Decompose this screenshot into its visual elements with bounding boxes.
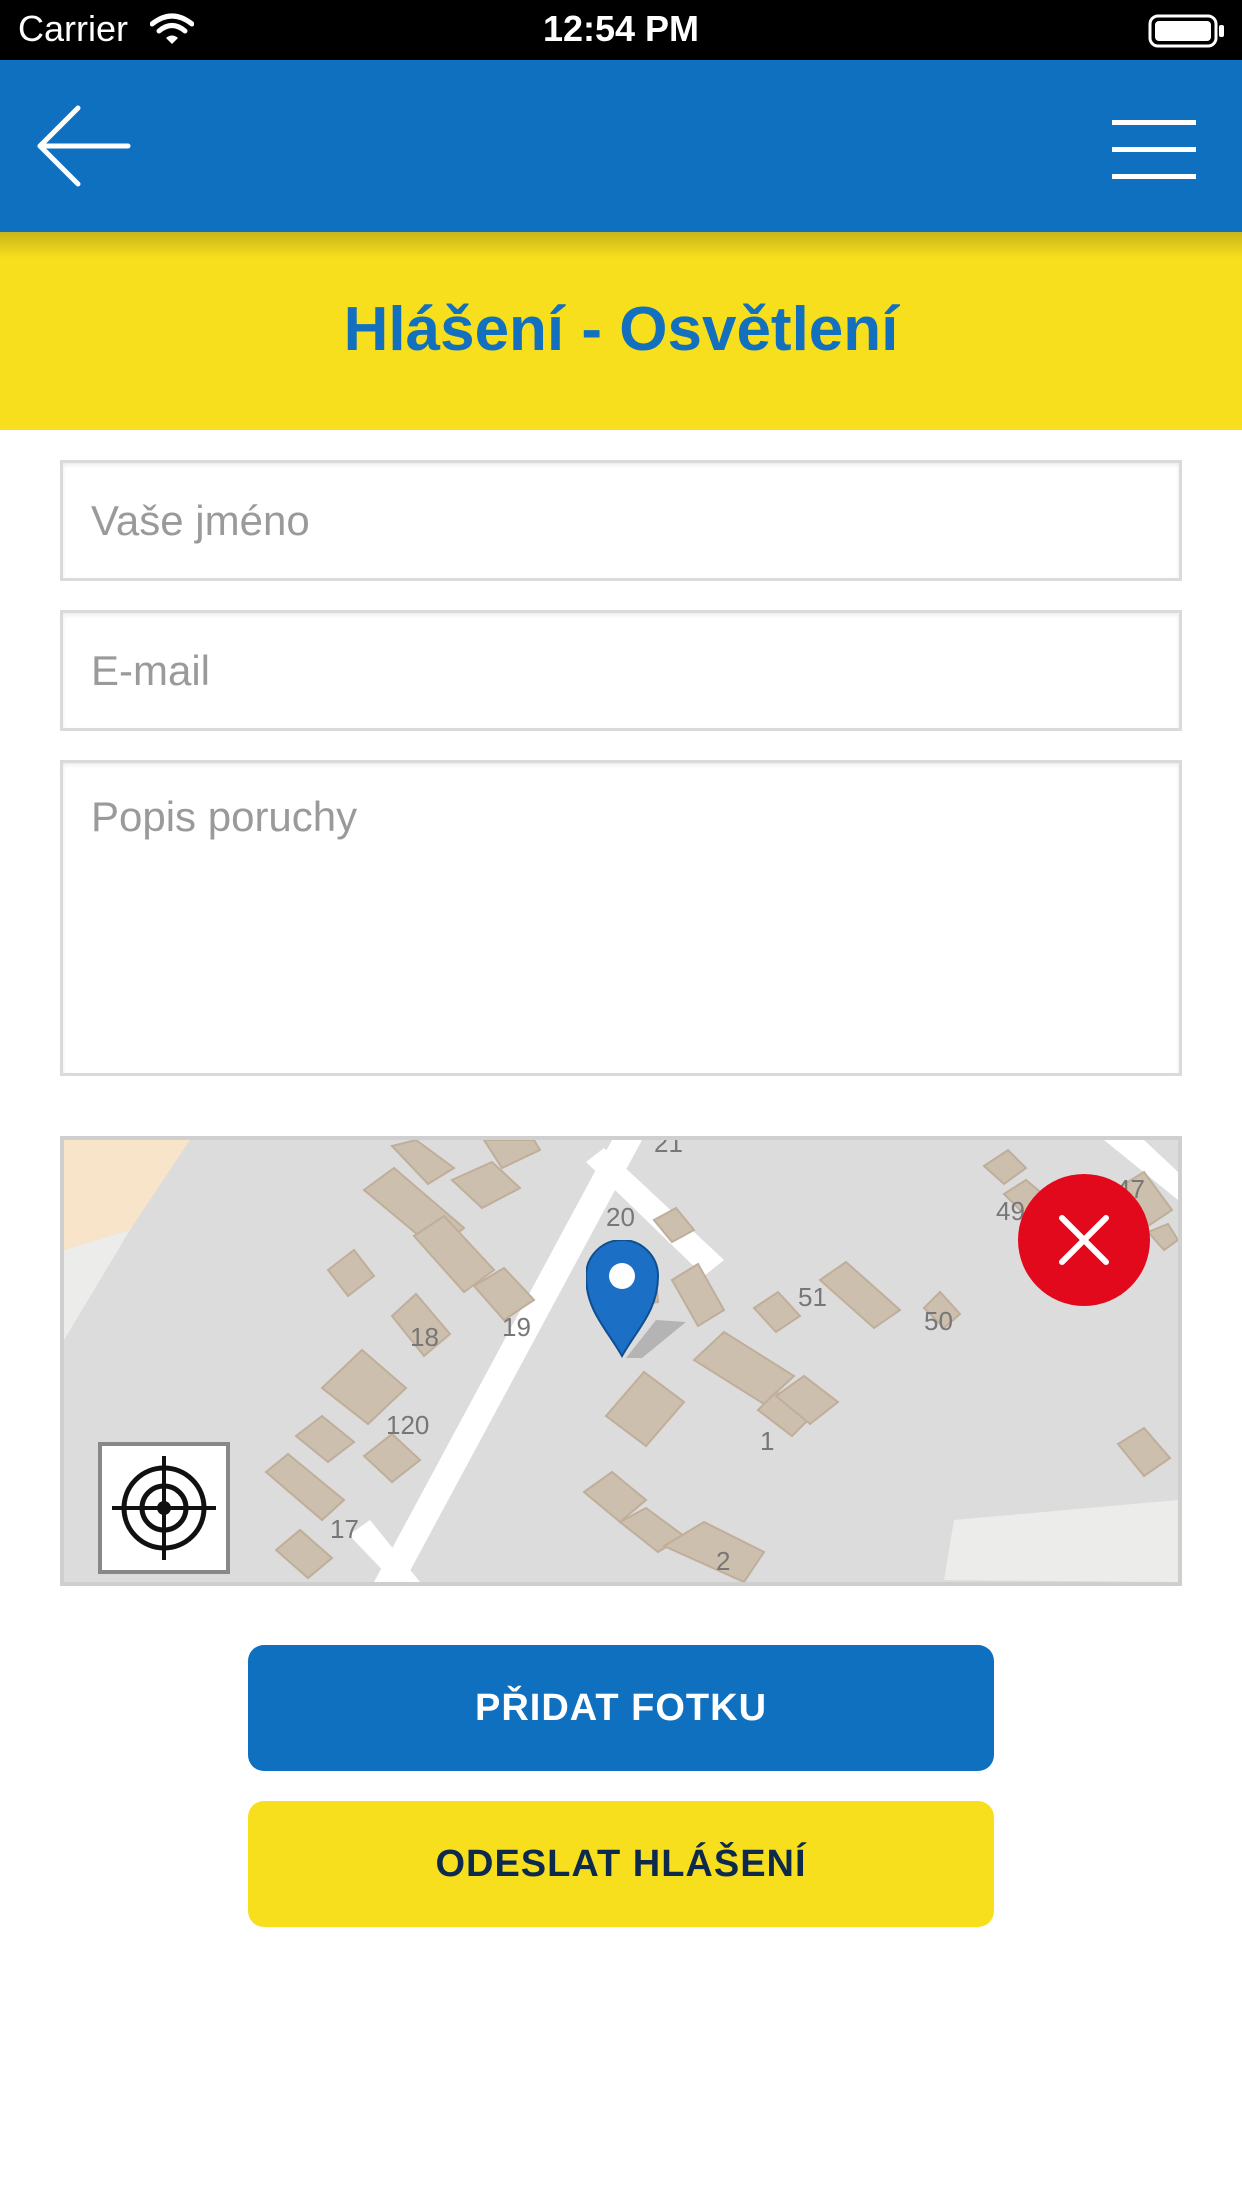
- house-number: 51: [798, 1282, 827, 1312]
- map-pin-icon[interactable]: [586, 1240, 716, 1370]
- battery-icon: [1148, 14, 1226, 53]
- arrow-left-icon: [37, 105, 131, 187]
- locate-me-button[interactable]: [98, 1442, 230, 1574]
- status-time: 12:54 PM: [542, 8, 700, 49]
- title-shadow: [0, 232, 1242, 258]
- house-number: 19: [502, 1312, 531, 1342]
- map-close-button[interactable]: [1018, 1174, 1150, 1306]
- add-photo-button[interactable]: PŘIDAT FOTKU: [248, 1645, 994, 1771]
- house-number: 18: [410, 1322, 439, 1352]
- send-report-button[interactable]: ODESLAT HLÁŠENÍ: [248, 1801, 994, 1927]
- back-button[interactable]: [30, 94, 140, 204]
- menu-button[interactable]: [1104, 112, 1204, 192]
- house-number: 20: [606, 1202, 635, 1232]
- house-number: 17: [330, 1514, 359, 1544]
- house-number: 21: [654, 1140, 683, 1158]
- crosshair-icon: [112, 1456, 216, 1560]
- house-number: 2: [716, 1546, 730, 1576]
- navigation-bar: [0, 60, 1242, 232]
- hamburger-menu-icon: [1112, 120, 1196, 179]
- description-textarea[interactable]: [60, 760, 1182, 1076]
- house-number: 120: [386, 1410, 429, 1440]
- location-map[interactable]: 21 20 49 47 51 50 18 19 120 1 17 2: [60, 1136, 1182, 1586]
- close-icon: [1059, 1215, 1109, 1265]
- house-number: 50: [924, 1306, 953, 1336]
- title-banner: Hlášení - Osvětlení: [0, 232, 1242, 430]
- name-input[interactable]: [60, 460, 1182, 581]
- page-title: Hlášení - Osvětlení: [343, 295, 899, 364]
- house-number: 1: [760, 1426, 774, 1456]
- email-input[interactable]: [60, 610, 1182, 731]
- status-bar: Carrier 12:54 PM: [0, 0, 1242, 60]
